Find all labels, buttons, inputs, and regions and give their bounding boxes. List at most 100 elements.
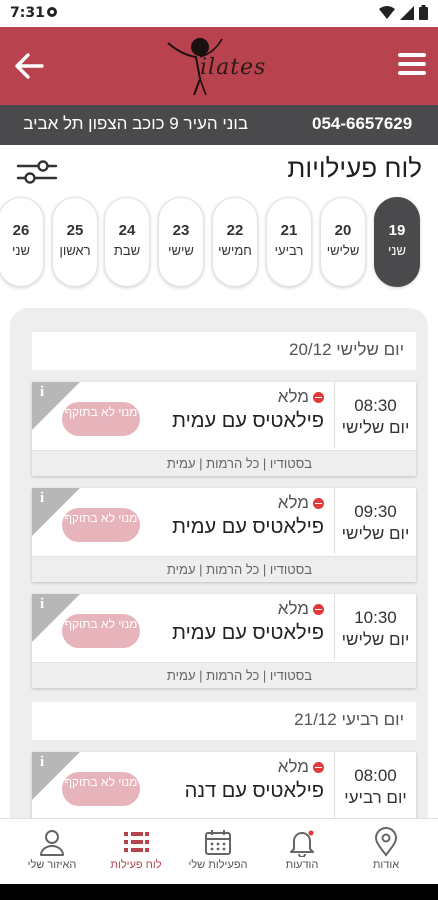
- class-details: בסטודיו | כל הרמות | עמית: [32, 662, 416, 688]
- full-status-icon: [313, 761, 324, 773]
- class-status: מלא: [278, 757, 324, 777]
- class-time: 10:30: [354, 608, 397, 627]
- day-group-header: יום שלישי 20/12: [32, 332, 416, 370]
- day-chip[interactable]: 21 רביעי: [266, 197, 312, 287]
- info-icon[interactable]: i: [40, 754, 44, 771]
- class-status: מלא: [278, 493, 324, 513]
- day-number: 23: [172, 222, 190, 239]
- class-day: יום שלישי: [341, 418, 410, 437]
- subscription-invalid-button[interactable]: מנוי לא בתוקף: [62, 772, 140, 806]
- class-name: פילאטיס עם עמית: [172, 516, 324, 538]
- day-name: שני: [388, 243, 406, 258]
- tab-label: לוח פעילות: [110, 859, 162, 871]
- day-chip[interactable]: 20 שלישי: [320, 197, 366, 287]
- class-card[interactable]: i 08:30 יום שלישי מלא פילאטיס עם עמית מנ…: [32, 382, 416, 476]
- location-pin-icon: [374, 827, 398, 857]
- studio-address: בוני העיר 9 כוכב הצפון תל אביב: [23, 114, 248, 133]
- calendar-icon: [205, 830, 231, 855]
- day-name: שני: [12, 243, 30, 258]
- signal-icon: [400, 5, 414, 20]
- hamburger-menu-icon[interactable]: [398, 53, 426, 77]
- class-card[interactable]: i 09:30 יום שלישי מלא פילאטיס עם עמית מנ…: [32, 488, 416, 582]
- subscription-invalid-button[interactable]: מנוי לא בתוקף: [62, 508, 140, 542]
- day-name: חמישי: [218, 243, 252, 258]
- status-bar: 7:31: [0, 0, 438, 27]
- day-number: 19: [388, 222, 406, 239]
- day-group-title: יום רביעי 21/12: [294, 710, 404, 729]
- class-card[interactable]: i 08:00 יום רביעי מלא פילאטיס עם דנה מנו…: [32, 752, 416, 828]
- class-day: יום שלישי: [341, 630, 410, 649]
- class-day: יום רביעי: [344, 788, 407, 807]
- tab-messages[interactable]: הודעות: [260, 819, 344, 885]
- studio-phone[interactable]: 054-6657629: [312, 114, 412, 134]
- day-number: 20: [334, 222, 352, 239]
- info-icon[interactable]: i: [40, 490, 44, 507]
- logo-text: ilates: [200, 55, 267, 80]
- day-number: 22: [226, 222, 244, 239]
- page-title: לוח פעילויות: [287, 153, 422, 183]
- class-time: 08:00: [354, 766, 397, 785]
- day-name: שלישי: [326, 243, 360, 258]
- day-group-title: יום שלישי 20/12: [288, 340, 404, 359]
- day-chip[interactable]: 22 חמישי: [212, 197, 258, 287]
- full-status-icon: [313, 391, 324, 403]
- full-status-icon: [313, 497, 324, 509]
- day-chip[interactable]: 24 שבת: [104, 197, 150, 287]
- status-text: מלא: [277, 493, 309, 512]
- subscription-invalid-button[interactable]: מנוי לא בתוקף: [62, 402, 140, 436]
- status-text: מלא: [277, 599, 309, 618]
- tab-label: הפעילות שלי: [188, 859, 248, 871]
- day-group-header: יום רביעי 21/12: [32, 702, 416, 740]
- back-arrow-icon[interactable]: [12, 49, 46, 83]
- info-icon[interactable]: i: [40, 384, 44, 401]
- info-icon[interactable]: i: [40, 596, 44, 613]
- subscription-invalid-button[interactable]: מנוי לא בתוקף: [62, 614, 140, 648]
- class-time-column: 08:30 יום שלישי: [334, 382, 416, 448]
- filter-sliders-icon[interactable]: [16, 157, 58, 187]
- status-text: מלא: [277, 387, 309, 406]
- tab-about[interactable]: אודות: [344, 819, 428, 885]
- day-chip[interactable]: 19 שני: [374, 197, 420, 287]
- app-header: ilates: [0, 27, 438, 105]
- class-name: פילאטיס עם עמית: [172, 622, 324, 644]
- full-status-icon: [313, 603, 324, 615]
- tab-my-area[interactable]: האיזור שלי: [10, 819, 94, 885]
- day-chip[interactable]: 25 ראשון: [52, 197, 98, 287]
- day-name: שישי: [168, 243, 194, 258]
- day-chip[interactable]: 23 שישי: [158, 197, 204, 287]
- tab-label: אודות: [372, 859, 400, 871]
- day-number: 26: [12, 222, 30, 239]
- class-time-column: 10:30 יום שלישי: [334, 594, 416, 660]
- class-details-text: בסטודיו | כל הרמות | עמית: [166, 562, 312, 577]
- class-name: פילאטיס עם דנה: [184, 780, 324, 802]
- tab-schedule[interactable]: לוח פעילות: [94, 819, 178, 885]
- status-text: מלא: [277, 757, 309, 776]
- class-details: בסטודיו | כל הרמות | עמית: [32, 556, 416, 582]
- class-time: 08:30: [354, 396, 397, 415]
- notification-icon: [46, 6, 58, 21]
- class-day: יום שלישי: [341, 524, 410, 543]
- class-time-column: 08:00 יום רביעי: [334, 752, 416, 818]
- day-name: רביעי: [274, 243, 304, 258]
- status-time: 7:31: [10, 5, 45, 21]
- class-details: בסטודיו | כל הרמות | עמית: [32, 450, 416, 476]
- class-status: מלא: [278, 599, 324, 619]
- system-navigation-bar: [0, 884, 438, 900]
- class-details-text: בסטודיו | כל הרמות | עמית: [166, 456, 312, 471]
- studio-logo: ilates: [160, 35, 280, 97]
- day-number: 25: [66, 222, 84, 239]
- wifi-icon: [379, 5, 395, 19]
- bottom-tab-bar: אודות הודעות הפעילות שלי לוח פעילות האיז…: [0, 818, 438, 884]
- day-number: 24: [118, 222, 136, 239]
- user-icon: [40, 830, 64, 856]
- day-name: שבת: [113, 243, 141, 258]
- day-chip[interactable]: 26 שני: [0, 197, 44, 287]
- class-status: מלא: [278, 387, 324, 407]
- battery-icon: [419, 5, 428, 20]
- class-card[interactable]: i 10:30 יום שלישי מלא פילאטיס עם עמית מנ…: [32, 594, 416, 688]
- schedule-list-icon: [124, 832, 149, 852]
- tab-my-activity[interactable]: הפעילות שלי: [176, 819, 260, 885]
- class-list[interactable]: יום שלישי 20/12 i 08:30 יום שלישי מלא פי…: [10, 308, 428, 828]
- tab-label: הודעות: [285, 859, 319, 871]
- bell-icon: [290, 830, 314, 857]
